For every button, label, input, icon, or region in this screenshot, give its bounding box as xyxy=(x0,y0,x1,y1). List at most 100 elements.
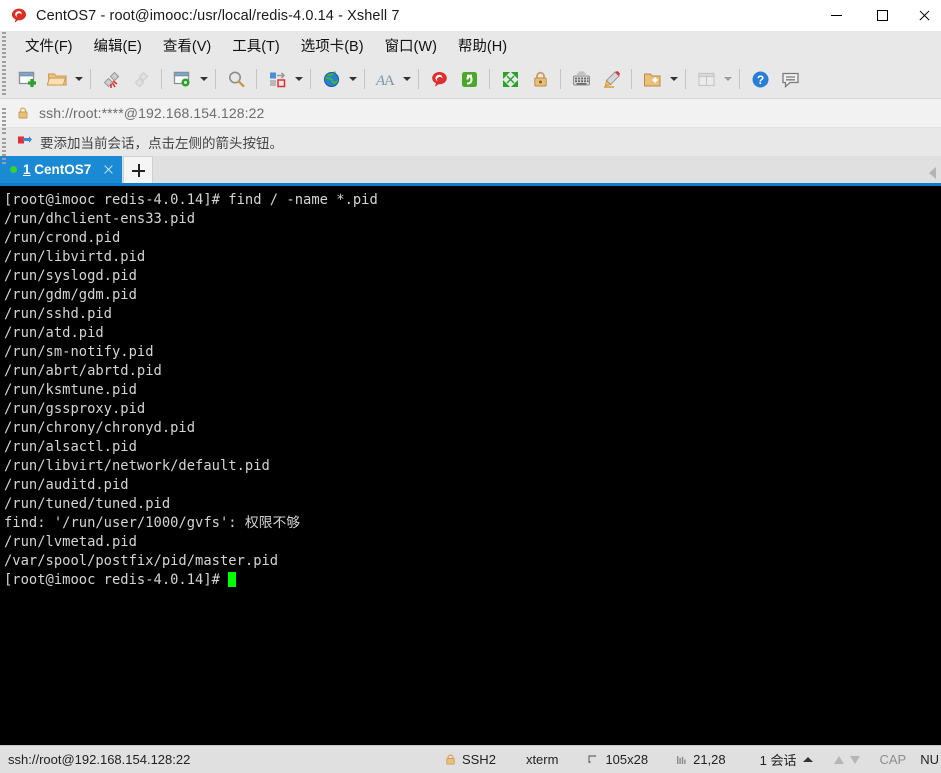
terminal-line: /run/chrony/chronyd.pid xyxy=(4,420,196,436)
xftp-icon xyxy=(459,69,480,90)
lock-icon xyxy=(16,106,30,120)
open-session-dropdown[interactable] xyxy=(72,65,85,93)
download-arrow-icon xyxy=(850,755,861,764)
svg-text:?: ? xyxy=(756,73,763,87)
terminal-line: /run/alsactl.pid xyxy=(4,439,137,455)
menu-edit[interactable]: 编辑(E) xyxy=(85,32,151,59)
notice-text: 要添加当前会话，点击左侧的箭头按钮。 xyxy=(40,136,283,151)
menu-view[interactable]: 查看(V) xyxy=(154,32,220,59)
status-sessions-cell[interactable]: 1 会话 xyxy=(760,750,814,769)
status-termtype-cell: xterm xyxy=(526,752,559,767)
terminal-line: /run/gssproxy.pid xyxy=(4,401,146,417)
tab-close-icon[interactable] xyxy=(101,162,116,177)
notice-bar: 要添加当前会话，点击左侧的箭头按钮。 xyxy=(0,128,941,156)
menu-help[interactable]: 帮助(H) xyxy=(449,32,516,59)
menu-tabs[interactable]: 选项卡(B) xyxy=(292,32,373,59)
highlight-button[interactable] xyxy=(596,64,626,94)
feedback-button[interactable] xyxy=(775,64,805,94)
terminal-line: /run/ksmtune.pid xyxy=(4,382,137,398)
toolbar-gripper[interactable] xyxy=(2,108,6,134)
session-properties-dropdown[interactable] xyxy=(197,65,210,93)
status-cursor-position: 21,28 xyxy=(693,752,726,767)
address-bar[interactable]: ssh://root:****@192.168.154.128:22 xyxy=(0,99,941,128)
terminal-line: [root@imooc redis-4.0.14]# find / -name … xyxy=(4,192,378,208)
lock-icon xyxy=(444,753,457,766)
maximize-button[interactable] xyxy=(859,0,905,31)
status-cursor-cell: 21,28 xyxy=(676,752,726,767)
tab-status-dot xyxy=(10,166,17,173)
keyboard-button[interactable] xyxy=(566,64,596,94)
scroll-left-arrow-icon[interactable] xyxy=(929,167,936,179)
toolbar-separator xyxy=(489,69,490,89)
chevron-up-icon[interactable] xyxy=(803,757,814,762)
disconnect-icon xyxy=(101,69,122,90)
layout-dropdown[interactable] xyxy=(721,65,734,93)
tab-centos7[interactable]: 1 CentOS7 xyxy=(0,156,123,183)
disconnect-button[interactable] xyxy=(96,64,126,94)
menu-window[interactable]: 窗口(W) xyxy=(376,32,446,59)
lock-icon xyxy=(530,69,551,90)
file-transfer-icon xyxy=(267,69,288,90)
reconnect-icon xyxy=(131,69,152,90)
tab-index: 1 xyxy=(23,162,31,177)
status-protocol-cell: SSH2 xyxy=(444,752,496,767)
encoding-button[interactable] xyxy=(316,64,346,94)
toolbar: A A ? xyxy=(0,60,941,99)
terminal-line: /run/lvmetad.pid xyxy=(4,534,137,550)
highlight-pen-icon xyxy=(601,69,622,90)
toolbar-separator xyxy=(631,69,632,89)
toolbar-separator xyxy=(364,69,365,89)
terminal-line: /run/sm-notify.pid xyxy=(4,344,154,360)
terminal-line: /run/dhclient-ens33.pid xyxy=(4,211,196,227)
xshell-button[interactable] xyxy=(424,64,454,94)
status-sessions: 1 会话 xyxy=(759,753,797,768)
font-dropdown[interactable] xyxy=(400,65,413,93)
open-session-button[interactable] xyxy=(42,64,72,94)
fullscreen-button[interactable] xyxy=(495,64,525,94)
close-button[interactable] xyxy=(905,0,941,31)
terminal-screen[interactable]: [root@imooc redis-4.0.14]# find / -name … xyxy=(0,186,941,745)
terminal-line: /run/libvirt/network/default.pid xyxy=(4,458,270,474)
font-icon: A A xyxy=(375,69,396,90)
file-transfer-dropdown[interactable] xyxy=(292,65,305,93)
resize-icon xyxy=(588,754,600,766)
status-caps: CAP xyxy=(879,752,907,767)
font-button[interactable]: A A xyxy=(370,64,400,94)
toolbar-separator xyxy=(161,69,162,89)
new-tab-button[interactable] xyxy=(123,156,154,183)
status-protocol: SSH2 xyxy=(461,752,496,767)
status-connection: ssh://root@192.168.154.128:22 xyxy=(8,752,191,767)
layout-icon xyxy=(696,69,717,90)
toolbar-gripper[interactable] xyxy=(2,32,6,59)
layout-button[interactable] xyxy=(691,64,721,94)
menu-file[interactable]: 文件(F) xyxy=(16,32,82,59)
add-folder-button[interactable] xyxy=(637,64,667,94)
status-size: 105x28 xyxy=(605,752,649,767)
status-size-cell: 105x28 xyxy=(588,752,648,767)
file-transfer-button[interactable] xyxy=(262,64,292,94)
add-folder-icon xyxy=(642,69,663,90)
toolbar-gripper[interactable] xyxy=(2,61,6,97)
reconnect-button[interactable] xyxy=(126,64,156,94)
xshell-logo-icon xyxy=(429,69,450,90)
status-bar: ssh://root@192.168.154.128:22 SSH2 xterm xyxy=(0,745,941,773)
toolbar-gripper[interactable] xyxy=(2,138,6,164)
terminal-line: /run/libvirtd.pid xyxy=(4,249,146,265)
terminal-line: /var/spool/postfix/pid/master.pid xyxy=(4,553,279,569)
xftp-button[interactable] xyxy=(454,64,484,94)
lock-button[interactable] xyxy=(525,64,555,94)
toolbar-separator xyxy=(685,69,686,89)
help-button[interactable]: ? xyxy=(745,64,775,94)
minimize-button[interactable] xyxy=(813,0,859,31)
add-folder-dropdown[interactable] xyxy=(667,65,680,93)
new-session-button[interactable] xyxy=(12,64,42,94)
session-properties-button[interactable] xyxy=(167,64,197,94)
menu-tools[interactable]: 工具(T) xyxy=(223,32,289,59)
toolbar-separator xyxy=(215,69,216,89)
status-term-type: xterm xyxy=(525,752,559,767)
status-num: NU xyxy=(920,752,939,767)
address-url[interactable]: ssh://root:****@192.168.154.128:22 xyxy=(39,105,264,121)
encoding-dropdown[interactable] xyxy=(346,65,359,93)
search-button[interactable] xyxy=(221,64,251,94)
terminal-line: /run/gdm/gdm.pid xyxy=(4,287,137,303)
